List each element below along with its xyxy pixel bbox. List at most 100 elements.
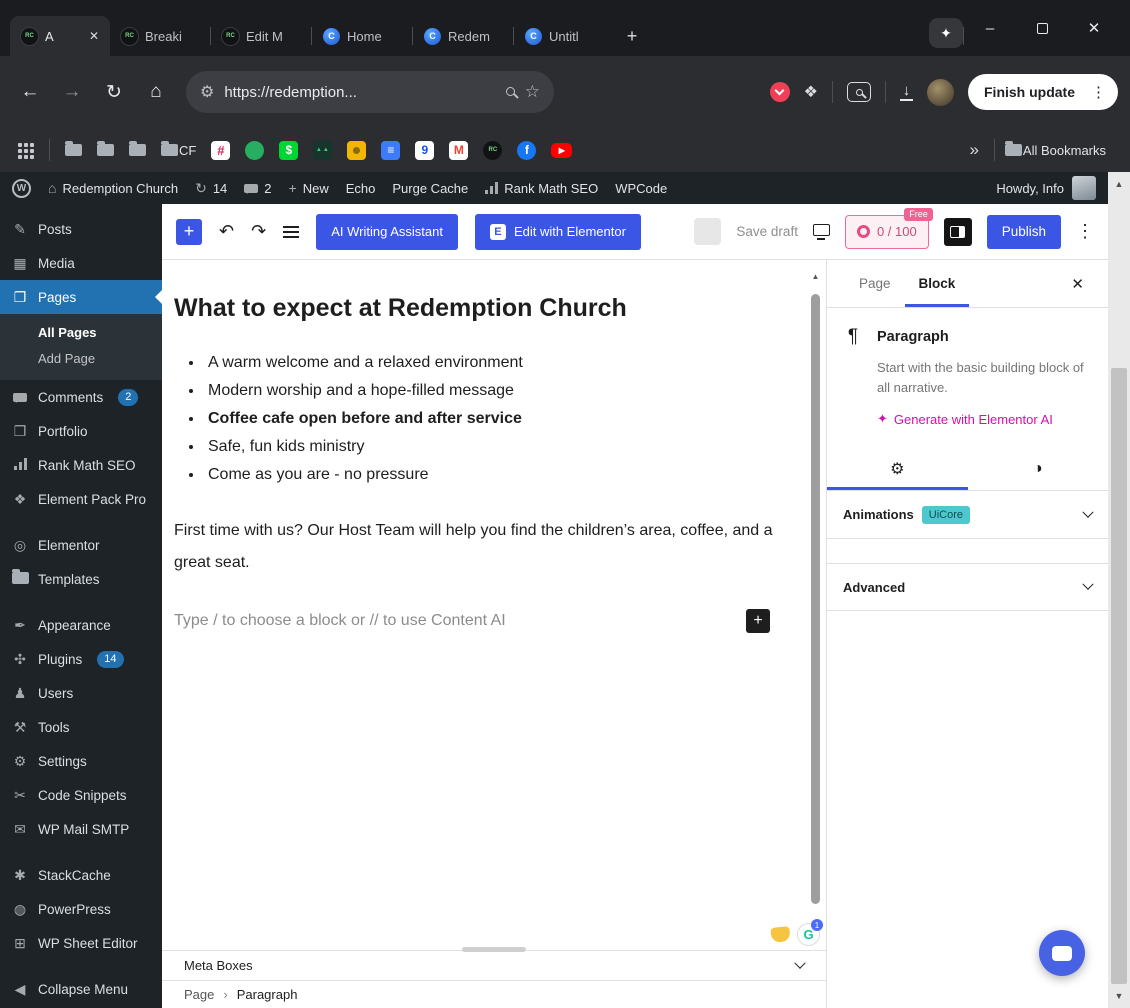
sidebar-item-posts[interactable]: ✎ Posts — [0, 212, 162, 246]
zoom-icon[interactable] — [505, 83, 515, 101]
forward-button[interactable]: → — [54, 74, 90, 110]
admin-bar-rank-math[interactable]: Rank Math SEO — [485, 181, 598, 196]
page-scrollbar[interactable]: ▲ ▼ — [1108, 172, 1130, 1008]
profile-avatar[interactable] — [927, 78, 954, 106]
options-menu-icon[interactable]: ⋮ — [1076, 221, 1094, 242]
home-button[interactable]: ⌂ — [138, 74, 174, 110]
edit-with-elementor-button[interactable]: E Edit with Elementor — [474, 213, 641, 250]
sidebar-item-add-page[interactable]: Add Page — [0, 345, 162, 371]
editor-canvas[interactable]: What to expect at Redemption Church A wa… — [162, 260, 826, 950]
pocket-icon[interactable] — [769, 82, 790, 102]
scrollbar-thumb[interactable] — [1111, 368, 1127, 984]
window-maximize-button[interactable] — [1016, 8, 1068, 48]
admin-bar-updates[interactable]: ↻ 14 — [195, 180, 227, 197]
nine-bookmark-icon[interactable]: 9 — [415, 140, 435, 160]
all-bookmarks-button[interactable]: All Bookmarks — [1004, 141, 1106, 158]
gloo-bookmark-icon[interactable] — [245, 140, 265, 160]
gmail-bookmark-icon[interactable]: M — [449, 140, 469, 160]
apps-grid-icon[interactable] — [18, 143, 22, 147]
admin-bar-wpcode[interactable]: WPCode — [615, 181, 667, 196]
admin-bar-new[interactable]: + New — [289, 180, 329, 196]
add-block-button[interactable]: + — [746, 609, 770, 633]
sidebar-item-media[interactable]: ▦ Media — [0, 246, 162, 280]
url-text[interactable]: https://redemption... — [224, 84, 495, 101]
list-item[interactable]: Come as you are - no pressure — [204, 461, 786, 489]
site-settings-icon[interactable]: ⚙ — [200, 82, 214, 102]
list-item[interactable]: A warm welcome and a relaxed environment — [204, 349, 786, 377]
sidebar-item-templates[interactable]: Templates — [0, 562, 162, 596]
sidebar-item-wp-mail-smtp[interactable]: ✉ WP Mail SMTP — [0, 812, 162, 846]
bullet-list-block[interactable]: A warm welcome and a relaxed environment… — [204, 349, 786, 489]
animations-panel[interactable]: Animations UiCore — [827, 491, 1108, 539]
breadcrumb-block[interactable]: Paragraph — [237, 987, 298, 1002]
sidebar-item-all-pages[interactable]: All Pages — [0, 319, 162, 345]
sidebar-item-element-pack[interactable]: ❖ Element Pack Pro — [0, 482, 162, 516]
admin-bar-echo[interactable]: Echo — [346, 181, 376, 196]
bookmark-folder-icon[interactable] — [65, 141, 82, 156]
content-scrollbar[interactable]: ▲ — [810, 272, 821, 942]
wordpress-logo-icon[interactable]: W — [12, 178, 31, 198]
rank-math-score[interactable]: 0 / 100 Free — [844, 207, 933, 249]
paragraph-block[interactable]: First time with us? Our Host Team will h… — [174, 515, 786, 579]
meta-boxes-panel[interactable]: Meta Boxes — [162, 947, 826, 980]
tab-settings-gear[interactable]: ⚙ — [827, 447, 968, 490]
metabox-resize-handle[interactable] — [462, 947, 526, 952]
browser-tab[interactable]: RC Edit M — [211, 16, 311, 56]
chevron-down-icon[interactable] — [794, 957, 806, 969]
generate-with-elementor-ai-link[interactable]: ✦ Generate with Elementor AI — [877, 411, 1092, 427]
bookmark-folder-icon[interactable] — [129, 141, 146, 156]
browser-menu-icon[interactable]: ⋮ — [1085, 83, 1112, 101]
block-inserter-button[interactable]: + — [176, 218, 202, 245]
side-search-icon[interactable] — [847, 82, 871, 102]
list-item[interactable]: Modern worship and a hope-filled message — [204, 377, 786, 405]
address-bar[interactable]: ⚙ https://redemption... ☆ — [186, 71, 554, 113]
block-placeholder[interactable]: Type / to choose a block or // to use Co… — [174, 612, 506, 630]
list-view-button[interactable] — [283, 225, 300, 238]
advanced-panel[interactable]: Advanced — [827, 563, 1108, 611]
admin-bar-site-name[interactable]: ⌂ Redemption Church — [48, 180, 178, 196]
browser-tab[interactable]: C Redem — [413, 16, 513, 56]
finish-update-button[interactable]: Finish update ⋮ — [968, 74, 1118, 110]
sidebar-item-portfolio[interactable]: ❒ Portfolio — [0, 414, 162, 448]
undo-button[interactable]: ↶ — [219, 221, 234, 242]
browser-tab[interactable]: RC Breaki — [110, 16, 210, 56]
reload-button[interactable]: ↻ — [96, 74, 132, 110]
sidebar-item-settings[interactable]: ⚙ Settings — [0, 744, 162, 778]
scroll-down-icon[interactable]: ▼ — [1108, 986, 1130, 1006]
slack-bookmark-icon[interactable]: # — [211, 140, 231, 160]
scroll-up-icon[interactable]: ▲ — [1108, 174, 1130, 194]
tab-close-icon[interactable]: ✕ — [89, 29, 99, 43]
new-tab-button[interactable]: + — [618, 22, 646, 50]
sidebar-item-code-snippets[interactable]: ✂ Code Snippets — [0, 778, 162, 812]
sidebar-item-appearance[interactable]: ✒ Appearance — [0, 608, 162, 642]
yellow-bookmark-icon[interactable] — [347, 140, 367, 160]
scrollbar-thumb[interactable] — [811, 294, 820, 904]
post-title[interactable]: What to expect at Redemption Church — [174, 294, 786, 323]
sidebar-item-collapse-menu[interactable]: ◀ Collapse Menu — [0, 972, 162, 1006]
browser-tab[interactable]: C Home — [312, 16, 412, 56]
browser-tab[interactable]: C Untitl — [514, 16, 614, 56]
sidebar-item-powerpress[interactable]: ◍ PowerPress — [0, 892, 162, 926]
sidebar-item-wp-sheet-editor[interactable]: ⊞ WP Sheet Editor — [0, 926, 162, 960]
bookmark-star-icon[interactable]: ☆ — [525, 82, 540, 102]
publish-button[interactable]: Publish — [986, 214, 1061, 249]
close-settings-icon[interactable]: ✕ — [1065, 269, 1090, 299]
preview-icon[interactable] — [812, 223, 830, 236]
sidebar-item-tools[interactable]: ⚒ Tools — [0, 710, 162, 744]
back-button[interactable]: ← — [12, 74, 48, 110]
browser-ai-sparkle-button[interactable]: ✦ — [929, 18, 963, 48]
bookmark-folder-cf[interactable]: CF — [161, 141, 196, 158]
tab-block[interactable]: Block — [905, 260, 970, 307]
sidebar-item-pages[interactable]: ❐ Pages — [0, 280, 162, 314]
list-item[interactable]: Safe, fun kids ministry — [204, 433, 786, 461]
sidebar-item-plugins[interactable]: ✣ Plugins 14 — [0, 642, 162, 676]
tab-styles[interactable]: ◑ — [968, 447, 1109, 490]
admin-bar-comments[interactable]: 2 — [244, 181, 272, 196]
sidebar-item-elementor[interactable]: ◎ Elementor — [0, 528, 162, 562]
window-close-button[interactable]: ✕ — [1068, 8, 1120, 48]
redo-button[interactable]: ↷ — [251, 221, 266, 242]
sidebar-item-users[interactable]: ♟ Users — [0, 676, 162, 710]
window-minimize-button[interactable]: – — [964, 8, 1016, 48]
extensions-icon[interactable]: ❖ — [804, 82, 818, 102]
forest-bookmark-icon[interactable]: ▲▲ — [313, 140, 333, 160]
